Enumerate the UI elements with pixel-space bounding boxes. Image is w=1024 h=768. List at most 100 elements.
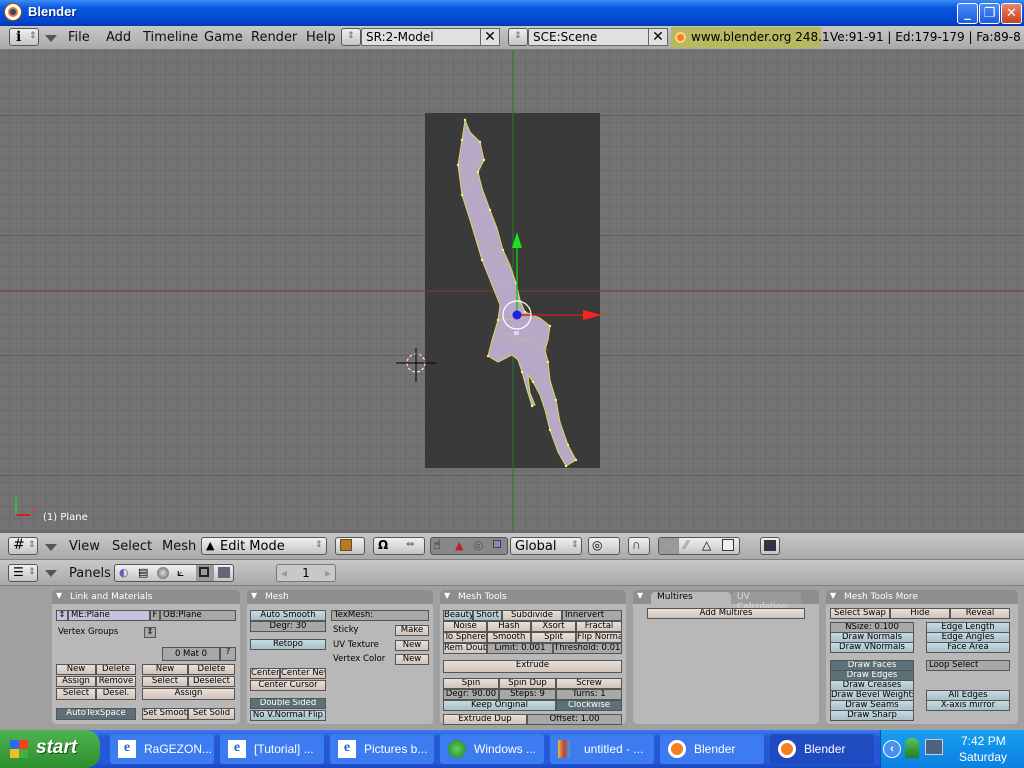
vgroup-deselect-button[interactable]: Desel.	[96, 688, 136, 700]
material-select-button[interactable]: Select	[142, 676, 188, 687]
short-toggle[interactable]: Short	[473, 610, 502, 621]
snap-button[interactable]: ∩	[628, 537, 650, 555]
panel-header[interactable]: Mesh	[247, 590, 433, 604]
fake-user-button[interactable]: F	[150, 610, 160, 621]
translate-icon[interactable]: ▲	[455, 539, 463, 552]
noise-button[interactable]: Noise	[443, 621, 487, 632]
screen-browse-button[interactable]: ⇕	[341, 28, 361, 46]
vgroup-select-button[interactable]: Select	[56, 688, 96, 700]
subdivide-button[interactable]: Subdivide	[502, 610, 562, 621]
taskbar-item[interactable]: e Pictures b...	[330, 734, 434, 764]
mesh-name-field[interactable]: ME:Plane	[68, 610, 150, 621]
draw-vnormals-toggle[interactable]: Draw VNormals	[830, 642, 914, 653]
x-axis-mirror-toggle[interactable]: X-axis mirror	[926, 700, 1010, 711]
material-assign-button[interactable]: Assign	[142, 688, 235, 700]
editing-tab-icon[interactable]	[196, 565, 214, 581]
vertex-group-browse-button[interactable]: ⇕	[144, 627, 156, 638]
center-button[interactable]: Center	[250, 668, 280, 679]
taskbar-item[interactable]: Windows ...	[440, 734, 544, 764]
vgroup-new-button[interactable]: New	[56, 664, 96, 675]
collapse-menu-icon[interactable]	[45, 35, 57, 42]
editor-type-selector[interactable]: # ⇕	[8, 537, 38, 555]
vertex-select-icon[interactable]: ⁘	[659, 538, 679, 554]
network-icon[interactable]	[925, 739, 943, 755]
center-new-button[interactable]: Center New	[280, 668, 326, 679]
edge-select-icon[interactable]: ⁄⁄	[684, 538, 688, 552]
menu-panels[interactable]: Panels	[69, 566, 111, 581]
logic-tab-icon[interactable]: ◐	[119, 566, 129, 579]
taskbar-item[interactable]: Blender	[770, 734, 874, 764]
texmesh-field[interactable]: TexMesh:	[331, 610, 429, 621]
xsort-button[interactable]: Xsort	[531, 621, 576, 632]
vgroup-delete-button[interactable]: Delete	[96, 664, 136, 675]
to-sphere-button[interactable]: To Sphere	[443, 632, 487, 643]
frame-number-field[interactable]: ◂ 1 ▸	[276, 564, 336, 582]
menu-timeline[interactable]: Timeline	[143, 30, 198, 45]
scale-icon[interactable]	[493, 540, 501, 548]
auto-smooth-degree-field[interactable]: Degr: 30	[250, 621, 326, 632]
face-area-toggle[interactable]: Face Area	[926, 642, 1010, 653]
object-tab-icon[interactable]: ⟀	[177, 565, 184, 580]
material-index-field[interactable]: 0 Mat 0	[162, 647, 220, 661]
auto-smooth-toggle[interactable]: Auto Smooth	[250, 610, 326, 621]
split-button[interactable]: Split	[531, 632, 576, 643]
scene-name-field[interactable]: SCE:Scene	[528, 28, 649, 46]
tab-multires[interactable]: Multires	[651, 592, 731, 604]
draw-sharp-toggle[interactable]: Draw Sharp	[830, 710, 914, 721]
extrude-button[interactable]: Extrude	[443, 660, 622, 673]
hand-icon[interactable]: ☝	[433, 538, 441, 553]
taskbar-item[interactable]: e [Tutorial] ...	[220, 734, 324, 764]
taskbar-item[interactable]: e RaGEZON...	[110, 734, 214, 764]
hide-button[interactable]: Hide	[890, 608, 950, 619]
set-solid-button[interactable]: Set Solid	[188, 708, 235, 720]
steps-field[interactable]: Steps: 9	[499, 689, 556, 700]
close-window-button[interactable]: ✕	[1001, 3, 1022, 24]
clock-time[interactable]: 7:42 PM	[961, 734, 1006, 748]
limit-field[interactable]: Limit: 0.001	[487, 643, 553, 654]
smooth-button[interactable]: Smooth	[487, 632, 531, 643]
add-multires-button[interactable]: Add Multires	[647, 608, 805, 619]
turns-field[interactable]: Turns: 1	[556, 689, 622, 700]
menu-help[interactable]: Help	[306, 30, 336, 45]
collapse-menu-icon[interactable]	[45, 570, 57, 577]
innervert-selector[interactable]: Innervert	[562, 610, 622, 621]
menu-view[interactable]: View	[69, 539, 100, 554]
select-swap-button[interactable]: Select Swap	[830, 608, 890, 619]
pivot-selector[interactable]: Ω ⇔	[373, 537, 425, 555]
reveal-button[interactable]: Reveal	[950, 608, 1010, 619]
offset-field[interactable]: Offset: 1.00	[527, 714, 622, 725]
draw-type-selector[interactable]	[335, 537, 365, 555]
restore-button[interactable]: ❐	[979, 3, 1000, 24]
center-cursor-button[interactable]: Center Cursor	[250, 680, 326, 691]
extrude-dup-button[interactable]: Extrude Dup	[443, 714, 527, 725]
material-delete-button[interactable]: Delete	[188, 664, 235, 675]
rotate-icon[interactable]: ◎	[473, 538, 483, 552]
spin-degree-field[interactable]: Degr: 90.00	[443, 689, 499, 700]
spin-button[interactable]: Spin	[443, 678, 499, 689]
menu-game[interactable]: Game	[204, 30, 243, 45]
panel-header[interactable]: Link and Materials	[52, 590, 240, 604]
scene-browse-button[interactable]: ⇕	[508, 28, 528, 46]
show-hidden-icons-button[interactable]: ‹	[883, 740, 901, 758]
vgroup-assign-button[interactable]: Assign	[56, 676, 96, 687]
material-deselect-button[interactable]: Deselect	[188, 676, 235, 687]
uv-texture-new-button[interactable]: New	[395, 640, 429, 651]
flip-normal-button[interactable]: Flip Normal	[576, 632, 622, 643]
mode-selector[interactable]: ▲ Edit Mode ⇕	[201, 537, 327, 555]
scene-tab-icon[interactable]	[218, 567, 230, 578]
autotexspace-toggle[interactable]: AutoTexSpace	[56, 708, 136, 720]
vgroup-remove-button[interactable]: Remove	[96, 676, 136, 687]
loop-select-selector[interactable]: Loop Select	[926, 660, 1010, 671]
shading-tab-icon[interactable]	[157, 567, 169, 579]
remove-doubles-button[interactable]: Rem Doubl	[443, 643, 487, 654]
menu-file[interactable]: File	[68, 30, 90, 45]
mesh-browse-button[interactable]: ⇕	[56, 610, 68, 621]
delete-scene-button[interactable]: ✕	[648, 28, 668, 46]
beauty-toggle[interactable]: Beauty	[443, 610, 473, 621]
proportional-edit-selector[interactable]: ◎	[588, 537, 620, 555]
taskbar-item[interactable]: untitled - ...	[550, 734, 654, 764]
double-sided-toggle[interactable]: Double Sided	[250, 698, 326, 709]
render-preview-button[interactable]	[760, 537, 780, 555]
collapse-menu-icon[interactable]	[45, 544, 57, 551]
threshold-field[interactable]: Threshold: 0.010	[553, 643, 622, 654]
